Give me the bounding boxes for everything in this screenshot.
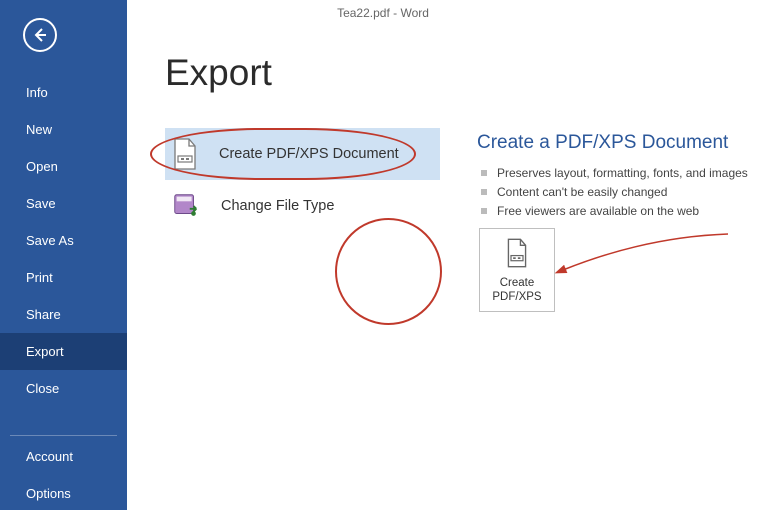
sidebar-menu: Info New Open Save Save As Print Share E… [0, 74, 127, 510]
pdf-page-icon [505, 238, 529, 268]
export-right-panel: Create a PDF/XPS Document Preserves layo… [477, 132, 759, 223]
right-panel-bullets: Preserves layout, formatting, fonts, and… [477, 166, 759, 218]
sidebar-item-info[interactable]: Info [0, 74, 127, 111]
sidebar-item-save[interactable]: Save [0, 185, 127, 222]
option-label: Create PDF/XPS Document [219, 146, 399, 162]
page-title: Export [165, 52, 272, 94]
option-change-file-type[interactable]: Change File Type [165, 180, 440, 232]
big-button-line1: Create [480, 277, 554, 291]
annotation-arrow [555, 232, 730, 277]
sidebar-item-open[interactable]: Open [0, 148, 127, 185]
backstage-sidebar: Info New Open Save Save As Print Share E… [0, 0, 127, 510]
sidebar-item-export[interactable]: Export [0, 333, 127, 370]
sidebar-item-options[interactable]: Options [0, 475, 127, 510]
sidebar-item-print[interactable]: Print [0, 259, 127, 296]
sidebar-item-share[interactable]: Share [0, 296, 127, 333]
sidebar-item-save-as[interactable]: Save As [0, 222, 127, 259]
big-button-line2: PDF/XPS [480, 291, 554, 305]
back-button[interactable] [23, 18, 57, 52]
sidebar-item-new[interactable]: New [0, 111, 127, 148]
export-options-list: Create PDF/XPS Document Change File Type [165, 128, 440, 232]
sidebar-item-close[interactable]: Close [0, 370, 127, 407]
bullet-item: Preserves layout, formatting, fonts, and… [477, 166, 759, 180]
option-create-pdf-xps[interactable]: Create PDF/XPS Document [165, 128, 440, 180]
option-label: Change File Type [221, 198, 334, 214]
back-arrow-icon [31, 26, 49, 44]
create-pdf-xps-button[interactable]: Create PDF/XPS [479, 228, 555, 312]
sidebar-item-account[interactable]: Account [0, 438, 127, 475]
main-panel: Export Create PDF/XPS Document [127, 0, 766, 510]
right-panel-title: Create a PDF/XPS Document [477, 132, 759, 154]
bullet-item: Content can't be easily changed [477, 185, 759, 199]
bullet-item: Free viewers are available on the web [477, 204, 759, 218]
change-filetype-icon [171, 191, 201, 221]
pdf-page-icon [171, 138, 199, 170]
